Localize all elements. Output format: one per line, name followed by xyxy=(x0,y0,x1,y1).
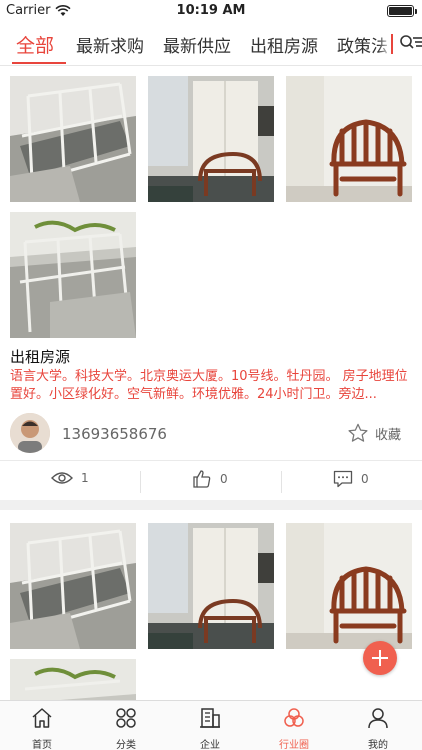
post-photo[interactable] xyxy=(10,76,136,202)
post-photo[interactable] xyxy=(10,523,136,649)
nav-industry-circle-label: 行业圈 xyxy=(279,740,309,750)
comment-button[interactable]: 0 xyxy=(333,470,369,488)
post-photo[interactable] xyxy=(148,76,274,202)
post-card[interactable] xyxy=(0,510,422,700)
nav-home-label: 首页 xyxy=(32,740,52,750)
post-description: 语言大学。科技大学。北京奥运大厦。10号线。牡丹园。 房子地理位置好。小区绿化好… xyxy=(10,369,408,402)
status-time: 10:19 AM xyxy=(176,3,246,18)
nav-enterprise[interactable]: 企业 xyxy=(168,701,252,750)
like-button[interactable]: 0 xyxy=(192,469,228,489)
likes-count: 0 xyxy=(220,472,228,486)
post-photo[interactable] xyxy=(10,212,136,338)
nav-profile[interactable]: 我的 xyxy=(336,701,420,750)
tab-rental-listings[interactable]: 出租房源 xyxy=(250,32,318,57)
thumbs-up-icon xyxy=(193,470,211,488)
tab-latest-purchase[interactable]: 最新求购 xyxy=(76,32,144,57)
views-count: 1 xyxy=(81,471,89,485)
post-separator xyxy=(0,500,422,510)
battery-icon xyxy=(387,5,417,17)
comment-icon xyxy=(333,470,353,488)
post-card[interactable]: 出租房源 语言大学。科技大学。北京奥运大厦。10号线。牡丹园。 房子地理位置好。… xyxy=(0,67,422,494)
post-feed[interactable]: 出租房源 语言大学。科技大学。北京奥运大厦。10号线。牡丹园。 房子地理位置好。… xyxy=(0,67,422,700)
post-photo[interactable] xyxy=(286,76,412,202)
search-menu-icon[interactable] xyxy=(398,32,422,56)
tab-all[interactable]: 全部 xyxy=(16,31,54,58)
poster-phone[interactable]: 13693658676 xyxy=(62,425,167,443)
status-bar: Carrier 10:19 AM xyxy=(0,0,422,22)
bottom-tab-bar: 首页 分类 企业 行业圈 我的 xyxy=(0,700,422,750)
post-photo[interactable] xyxy=(10,659,136,700)
favorite-button[interactable]: 收藏 xyxy=(347,423,401,443)
tab-divider xyxy=(391,34,393,54)
add-post-button[interactable] xyxy=(363,641,397,675)
home-icon xyxy=(32,708,52,728)
building-icon xyxy=(200,708,220,728)
tab-latest-supply[interactable]: 最新供应 xyxy=(163,32,231,57)
profile-icon xyxy=(368,708,388,729)
post-photo[interactable] xyxy=(286,523,412,649)
comments-count: 0 xyxy=(361,472,369,486)
post-title: 出租房源 xyxy=(10,348,71,366)
nav-category-label: 分类 xyxy=(116,740,136,750)
star-icon xyxy=(348,423,368,442)
active-tab-indicator xyxy=(12,62,66,64)
nav-enterprise-label: 企业 xyxy=(200,740,220,750)
circles-icon xyxy=(284,708,304,727)
nav-category[interactable]: 分类 xyxy=(84,701,168,750)
category-tabs: 全部 最新求购 最新供应 出租房源 政策法 xyxy=(0,22,422,66)
nav-industry-circle[interactable]: 行业圈 xyxy=(252,701,336,750)
nav-home[interactable]: 首页 xyxy=(0,701,84,750)
category-icon xyxy=(116,708,136,728)
nav-profile-label: 我的 xyxy=(368,740,388,750)
eye-icon xyxy=(51,472,73,484)
avatar[interactable] xyxy=(10,413,50,453)
post-photo[interactable] xyxy=(148,523,274,649)
views-stat: 1 xyxy=(51,470,89,486)
favorite-label: 收藏 xyxy=(375,427,402,443)
